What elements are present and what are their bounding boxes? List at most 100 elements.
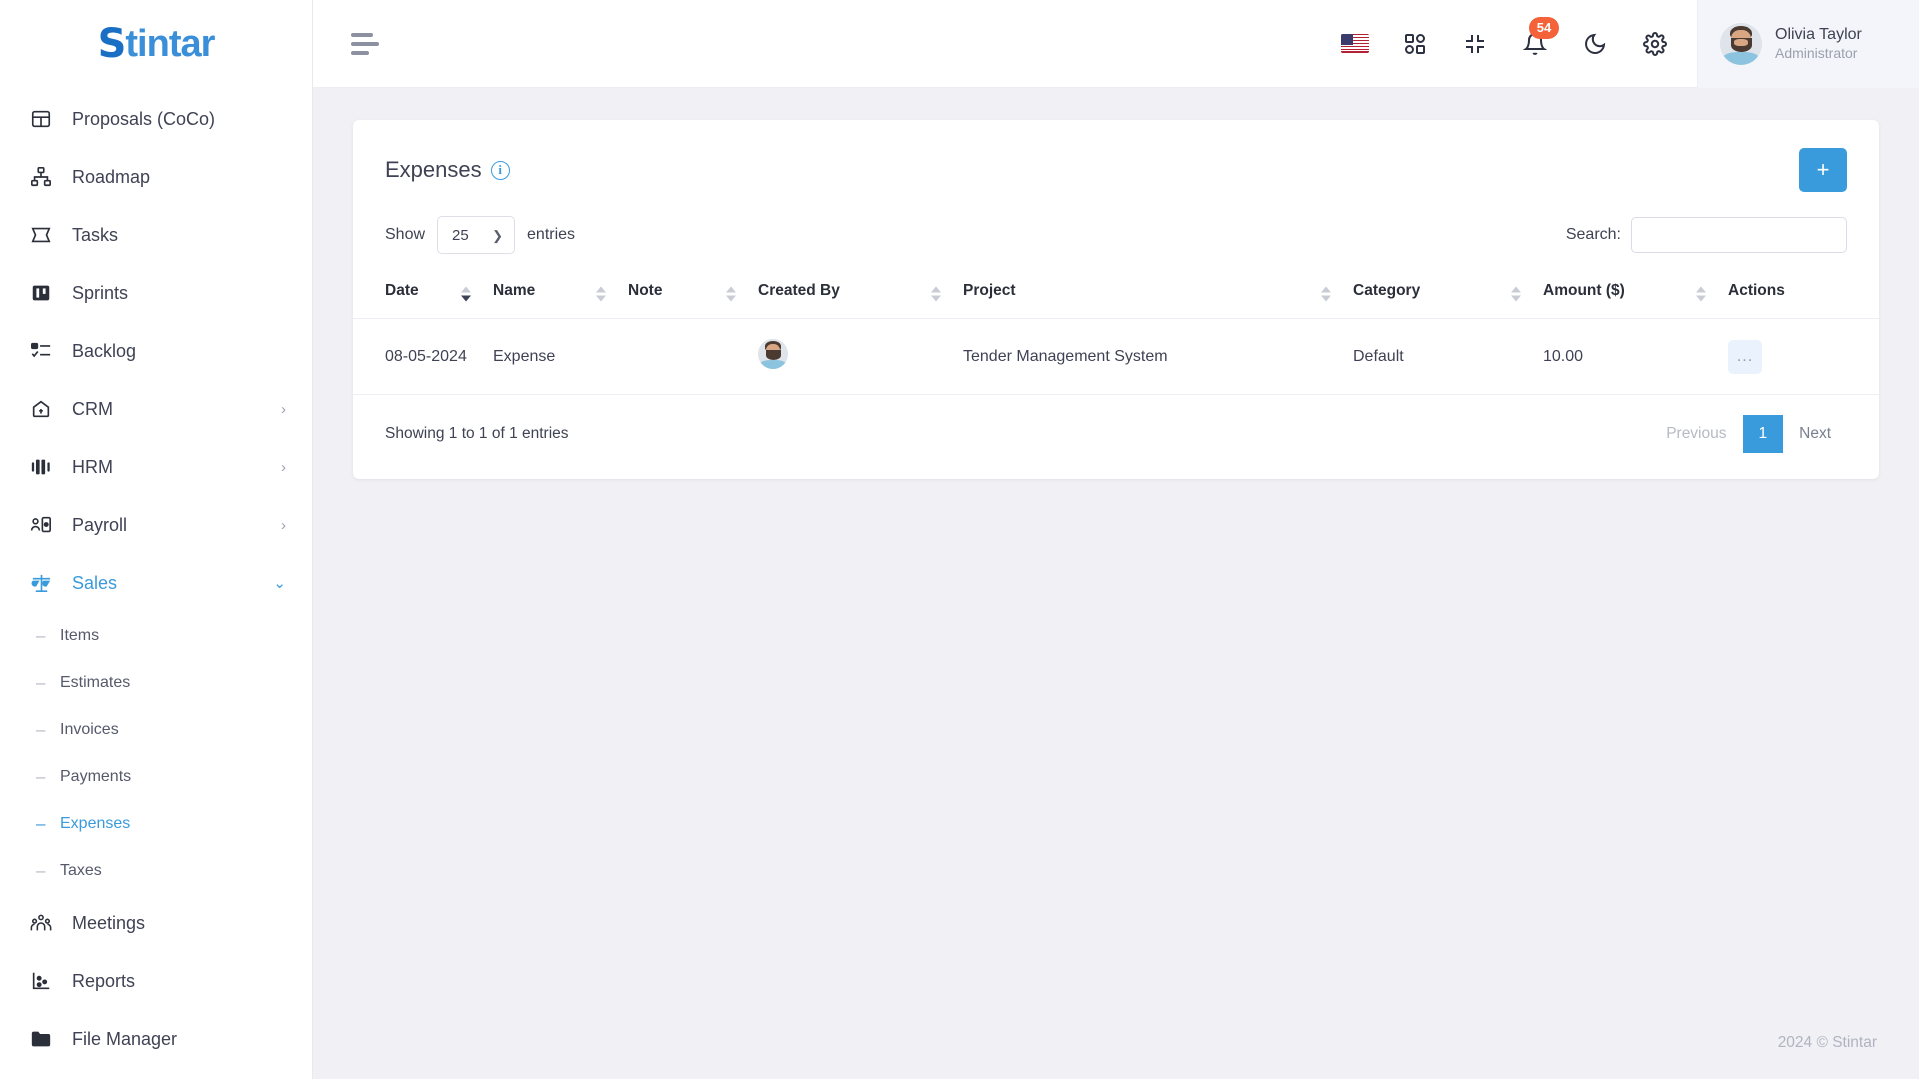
entries-label: entries: [527, 226, 576, 243]
table-header-row: Date Name Note Created By Project Catego…: [353, 270, 1879, 319]
sidebar-subitem-taxes[interactable]: – Taxes: [0, 847, 312, 894]
sidebar-item-crm[interactable]: CRM ›: [0, 380, 312, 438]
row-actions-button[interactable]: ...: [1728, 339, 1762, 374]
chevron-down-icon: ❯: [492, 227, 504, 243]
show-label: Show: [385, 226, 426, 243]
card-header: Expenses i +: [353, 120, 1879, 210]
sidebar: Stintar Proposals (CoCo) Roadmap Tasks S…: [0, 0, 313, 1079]
sidebar-nav: Proposals (CoCo) Roadmap Tasks Sprints B…: [0, 88, 312, 1068]
table-row: 08-05-2024 Expense Tender Management Sys…: [353, 318, 1879, 395]
brand-logo[interactable]: Stintar: [0, 0, 312, 88]
sidebar-item-payroll[interactable]: Payroll ›: [0, 496, 312, 554]
compress-icon[interactable]: [1459, 28, 1491, 60]
sidebar-subitem-estimates[interactable]: – Estimates: [0, 659, 312, 706]
sidebar-subitem-label: Invoices: [60, 720, 119, 738]
roadmap-icon: [28, 164, 54, 190]
cell-note: [618, 318, 748, 395]
column-header-amount[interactable]: Amount ($): [1533, 270, 1718, 319]
sidebar-item-sales[interactable]: Sales ⌄: [0, 554, 312, 612]
search-input[interactable]: [1631, 217, 1847, 253]
expenses-table: Date Name Note Created By Project Catego…: [353, 270, 1879, 395]
backlog-icon: [28, 338, 54, 364]
crm-icon: [28, 396, 54, 422]
sort-arrows-icon[interactable]: [1321, 286, 1331, 302]
column-label: Created By: [758, 282, 840, 299]
main-area: 54 Olivia Taylor Administrator Expenses …: [313, 0, 1919, 1079]
chevron-down-icon: ⌄: [273, 574, 286, 592]
expenses-card: Expenses i + Show 25 ❯ entries Search: D…: [353, 120, 1879, 479]
page-size-select[interactable]: 25 ❯: [437, 216, 516, 254]
settings-gear-icon[interactable]: [1639, 28, 1671, 60]
table-toolbar: Show 25 ❯ entries Search:: [353, 210, 1879, 270]
pagination-previous[interactable]: Previous: [1650, 416, 1742, 452]
folder-icon: [28, 1026, 54, 1052]
sidebar-subitem-invoices[interactable]: – Invoices: [0, 706, 312, 753]
sort-arrows-icon[interactable]: [1511, 286, 1521, 302]
reports-icon: [28, 968, 54, 994]
sidebar-item-label: Backlog: [72, 340, 137, 361]
column-header-project[interactable]: Project: [953, 270, 1343, 319]
column-label: Note: [628, 282, 663, 299]
add-expense-button[interactable]: +: [1799, 148, 1847, 192]
page-title-text: Expenses: [385, 157, 482, 182]
sidebar-item-label: File Manager: [72, 1028, 178, 1049]
sidebar-item-label: Sprints: [72, 282, 129, 303]
dark-mode-moon-icon[interactable]: [1579, 28, 1611, 60]
cell-actions: ...: [1718, 318, 1879, 395]
sidebar-item-roadmap[interactable]: Roadmap: [0, 148, 312, 206]
copyright-text: 2024 © Stintar: [1777, 1034, 1877, 1051]
column-label: Project: [963, 282, 1016, 299]
sales-submenu: – Items – Estimates – Invoices – Payment…: [0, 612, 312, 894]
sidebar-item-file-manager[interactable]: File Manager: [0, 1010, 312, 1068]
dash-icon: –: [36, 626, 46, 645]
pagination-next[interactable]: Next: [1783, 416, 1847, 452]
cell-name-link[interactable]: Expense: [483, 318, 618, 395]
sidebar-item-reports[interactable]: Reports: [0, 952, 312, 1010]
pagination-page-1[interactable]: 1: [1742, 415, 1784, 453]
sidebar-subitem-label: Expenses: [60, 814, 131, 832]
sidebar-item-tasks[interactable]: Tasks: [0, 206, 312, 264]
chevron-right-icon: ›: [281, 400, 286, 418]
tasks-icon: [28, 222, 54, 248]
sort-arrows-icon[interactable]: [596, 286, 606, 302]
sort-arrows-icon[interactable]: [461, 286, 471, 302]
dash-icon: –: [36, 861, 46, 880]
sidebar-subitem-items[interactable]: – Items: [0, 612, 312, 659]
cell-amount: 10.00: [1533, 318, 1718, 395]
sidebar-subitem-payments[interactable]: – Payments: [0, 753, 312, 800]
column-header-name[interactable]: Name: [483, 270, 618, 319]
column-header-note[interactable]: Note: [618, 270, 748, 319]
column-header-date[interactable]: Date: [353, 270, 483, 319]
brand-mark-icon: S: [97, 21, 127, 67]
user-role: Administrator: [1775, 44, 1858, 61]
info-icon[interactable]: i: [490, 160, 510, 180]
sidebar-item-hrm[interactable]: HRM ›: [0, 438, 312, 496]
sidebar-item-label: CRM: [72, 398, 113, 419]
cell-date: 08-05-2024: [353, 318, 483, 395]
sort-arrows-icon[interactable]: [931, 286, 941, 302]
cell-created-by: [748, 318, 953, 395]
user-profile-menu[interactable]: Olivia Taylor Administrator: [1697, 0, 1919, 88]
topbar-icon-group: 54: [1339, 16, 1671, 60]
sidebar-item-backlog[interactable]: Backlog: [0, 322, 312, 380]
table-head: Date Name Note Created By Project Catego…: [353, 270, 1879, 319]
sidebar-item-meetings[interactable]: Meetings: [0, 894, 312, 952]
sidebar-item-label: HRM: [72, 456, 113, 477]
payroll-icon: [28, 512, 54, 538]
sidebar-item-sprints[interactable]: Sprints: [0, 264, 312, 322]
sidebar-subitem-label: Estimates: [60, 673, 131, 691]
sidebar-item-proposals[interactable]: Proposals (CoCo): [0, 90, 312, 148]
sidebar-subitem-expenses[interactable]: – Expenses: [0, 800, 312, 847]
language-flag-us-icon[interactable]: [1339, 28, 1371, 60]
sidebar-item-label: Reports: [72, 970, 136, 991]
hamburger-icon[interactable]: [351, 32, 379, 55]
sort-arrows-icon[interactable]: [1696, 286, 1706, 302]
column-label: Actions: [1728, 282, 1785, 299]
column-header-created-by[interactable]: Created By: [748, 270, 953, 319]
sort-arrows-icon[interactable]: [726, 286, 736, 302]
sidebar-item-label: Roadmap: [72, 166, 151, 187]
notifications-bell-icon[interactable]: 54: [1519, 16, 1559, 60]
show-entries-control: Show 25 ❯ entries: [385, 216, 575, 254]
apps-grid-icon[interactable]: [1399, 28, 1431, 60]
column-header-category[interactable]: Category: [1343, 270, 1533, 319]
